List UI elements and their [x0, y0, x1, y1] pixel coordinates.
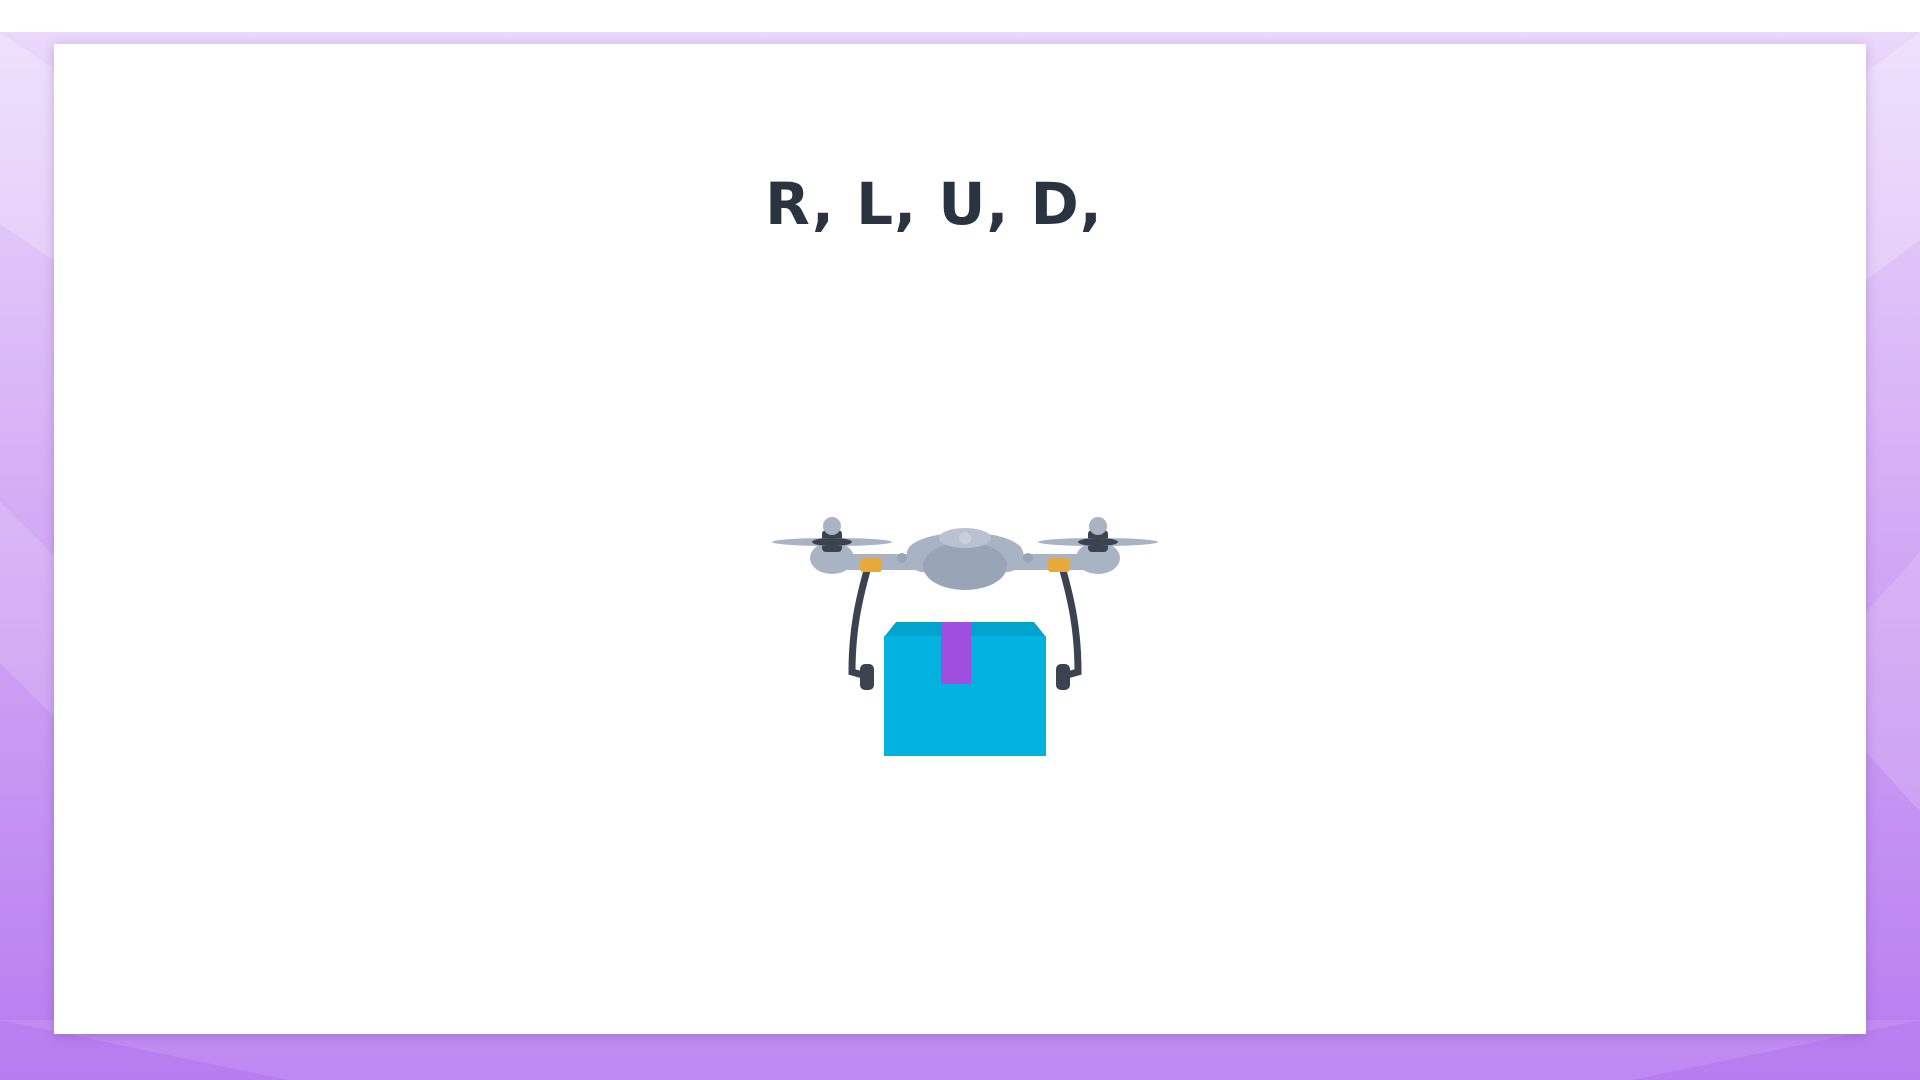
- drone-carrying-package-icon: [772, 517, 1158, 756]
- slide-heading: R, L, U, D,: [765, 170, 1103, 238]
- presentation-stage: R, L, U, D,: [0, 0, 1920, 1080]
